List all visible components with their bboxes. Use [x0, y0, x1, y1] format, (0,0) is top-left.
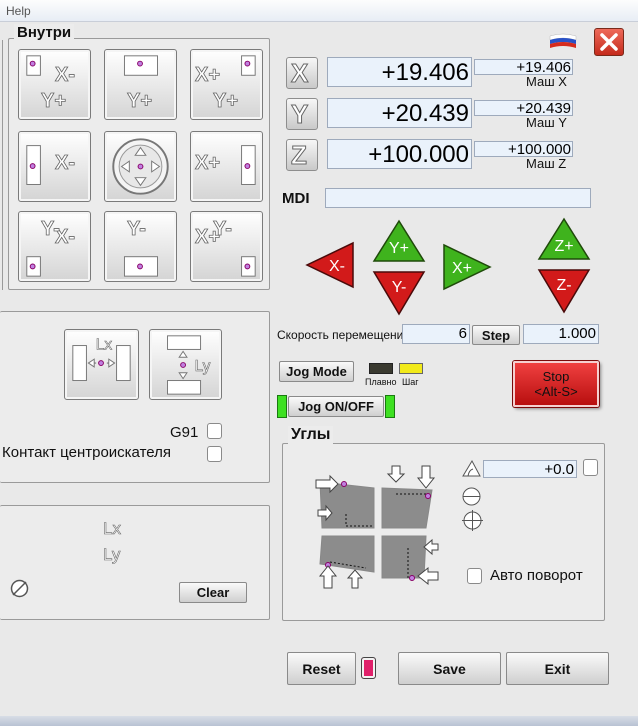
- jog-on-indicator-left: [277, 395, 287, 418]
- axis-x-letter: X: [290, 58, 309, 89]
- exit-button[interactable]: Exit: [506, 652, 609, 685]
- jog-z-minus-label: Z-: [556, 277, 571, 294]
- angles-title: Углы: [288, 426, 334, 444]
- axis-z-letter: Z: [291, 140, 308, 171]
- jog-x-plus-label: X+: [452, 260, 472, 277]
- inside-button-x-minus[interactable]: X-: [18, 131, 91, 202]
- close-button[interactable]: [594, 28, 624, 56]
- axis-y-value[interactable]: +20.439: [327, 98, 472, 128]
- angle-input[interactable]: +0.0: [483, 460, 577, 478]
- measure-lx-button[interactable]: Lx: [64, 329, 139, 400]
- stop-line1: Stop: [542, 369, 570, 384]
- inside-button-x-plus-y-plus[interactable]: X+ Y+: [190, 49, 263, 120]
- menu-bar: Help: [0, 0, 638, 22]
- left-edge-strip: [0, 40, 3, 290]
- step-indicator: [399, 363, 423, 374]
- jog-x-minus-label: X-: [329, 258, 345, 275]
- axis-z-value[interactable]: +100.000: [327, 139, 472, 169]
- crosshair-icon-2: [461, 509, 484, 532]
- contact-label: Контакт центроискателя: [2, 444, 171, 461]
- reset-button[interactable]: Reset: [287, 652, 356, 685]
- inside-button-y-label: Y+: [213, 90, 239, 113]
- save-button[interactable]: Save: [398, 652, 501, 685]
- jog-mode-button[interactable]: Jog Mode: [279, 361, 354, 382]
- inside-button-y-label: Y-: [127, 218, 147, 241]
- reset-indicator: [361, 657, 376, 679]
- angles-diagram: [306, 462, 448, 594]
- axis-x-machine-value: +19.406: [474, 59, 573, 76]
- inside-button-y-label: Y+: [41, 90, 67, 113]
- speed-label: Скорость перемещений: [277, 328, 411, 342]
- russian-flag-icon[interactable]: [548, 32, 578, 52]
- axis-z-machine-value: +100.000: [474, 141, 573, 158]
- jog-z-minus-button[interactable]: Z-: [537, 268, 591, 314]
- axis-y-letter: Y: [290, 99, 309, 130]
- inside-button-x-label: X+: [195, 64, 221, 87]
- jog-z-plus-button[interactable]: Z+: [537, 217, 591, 261]
- inside-button-x-label: X-: [55, 152, 76, 175]
- jog-x-plus-button[interactable]: X+: [442, 241, 494, 293]
- mdi-input[interactable]: [325, 188, 591, 208]
- angle-icon: [460, 458, 482, 478]
- step-input[interactable]: 1.000: [523, 324, 599, 344]
- close-icon: [600, 33, 618, 51]
- axis-y-machine-label: Маш Y: [526, 115, 567, 130]
- axis-y-machine-value: +20.439: [474, 100, 573, 117]
- mdi-label: MDI: [282, 190, 310, 207]
- jog-x-minus-button[interactable]: X-: [303, 239, 355, 291]
- measure-ly-label: Ly: [195, 358, 211, 375]
- jog-y-plus-label: Y+: [389, 240, 409, 257]
- inside-button-x-minus-y-minus[interactable]: X- Y-: [18, 211, 91, 282]
- inside-button-y-label: Y-: [41, 218, 61, 241]
- crosshair-icon-1: [461, 486, 482, 507]
- axis-x-machine-label: Маш X: [526, 74, 567, 89]
- axis-x-zero-button[interactable]: X: [286, 57, 318, 89]
- measure-ly-button[interactable]: Ly: [149, 329, 222, 400]
- jog-on-off-button[interactable]: Jog ON/OFF: [288, 396, 384, 417]
- inside-button-x-plus[interactable]: X+: [190, 131, 263, 202]
- inside-button-x-minus-y-plus[interactable]: X- Y+: [18, 49, 91, 120]
- stop-line2: <Alt-S>: [534, 384, 578, 399]
- angle-checkbox[interactable]: [583, 459, 598, 476]
- inside-button-x-label: X+: [195, 152, 221, 175]
- smooth-label: Плавно: [365, 377, 397, 387]
- speed-input[interactable]: 6: [402, 324, 470, 344]
- g91-checkbox[interactable]: [207, 423, 222, 439]
- jog-z-plus-label: Z+: [554, 238, 573, 255]
- axis-y-zero-button[interactable]: Y: [286, 98, 318, 130]
- axis-x-value[interactable]: +19.406: [327, 57, 472, 87]
- inside-button-x-plus-y-minus[interactable]: X+ Y-: [190, 211, 263, 282]
- inside-button-y-label: Y+: [127, 90, 153, 113]
- clear-button[interactable]: Clear: [179, 582, 247, 603]
- inside-panel-title: Внутри: [14, 24, 75, 41]
- inside-button-y-plus[interactable]: Y+: [104, 49, 177, 120]
- inside-button-center[interactable]: [104, 131, 177, 202]
- auto-rotate-label: Авто поворот: [490, 567, 583, 584]
- jog-on-indicator-right: [385, 395, 395, 418]
- smooth-indicator: [369, 363, 393, 374]
- step-mode-label: Шаг: [402, 377, 419, 387]
- g91-label: G91: [170, 424, 199, 441]
- axis-z-zero-button[interactable]: Z: [286, 139, 318, 171]
- axis-z-machine-label: Маш Z: [526, 156, 567, 171]
- diameter-icon: [9, 578, 30, 599]
- result-lx-label: Lx: [103, 519, 122, 539]
- measure-lx-label: Lx: [96, 336, 113, 353]
- inside-button-x-label: X-: [55, 64, 76, 87]
- auto-rotate-checkbox[interactable]: [467, 568, 482, 584]
- stop-button[interactable]: Stop <Alt-S>: [513, 361, 599, 407]
- inside-button-diagram-icon: [112, 138, 169, 195]
- jog-y-plus-button[interactable]: Y+: [372, 219, 426, 263]
- step-button[interactable]: Step: [472, 325, 520, 345]
- contact-checkbox[interactable]: [207, 446, 222, 462]
- inside-button-y-label: Y-: [213, 218, 233, 241]
- menu-help[interactable]: Help: [6, 4, 31, 18]
- jog-y-minus-button[interactable]: Y-: [372, 270, 426, 316]
- result-ly-label: Ly: [103, 545, 121, 565]
- inside-button-y-minus[interactable]: Y-: [104, 211, 177, 282]
- window-bottom-edge: [0, 716, 638, 726]
- jog-y-minus-label: Y-: [392, 279, 407, 296]
